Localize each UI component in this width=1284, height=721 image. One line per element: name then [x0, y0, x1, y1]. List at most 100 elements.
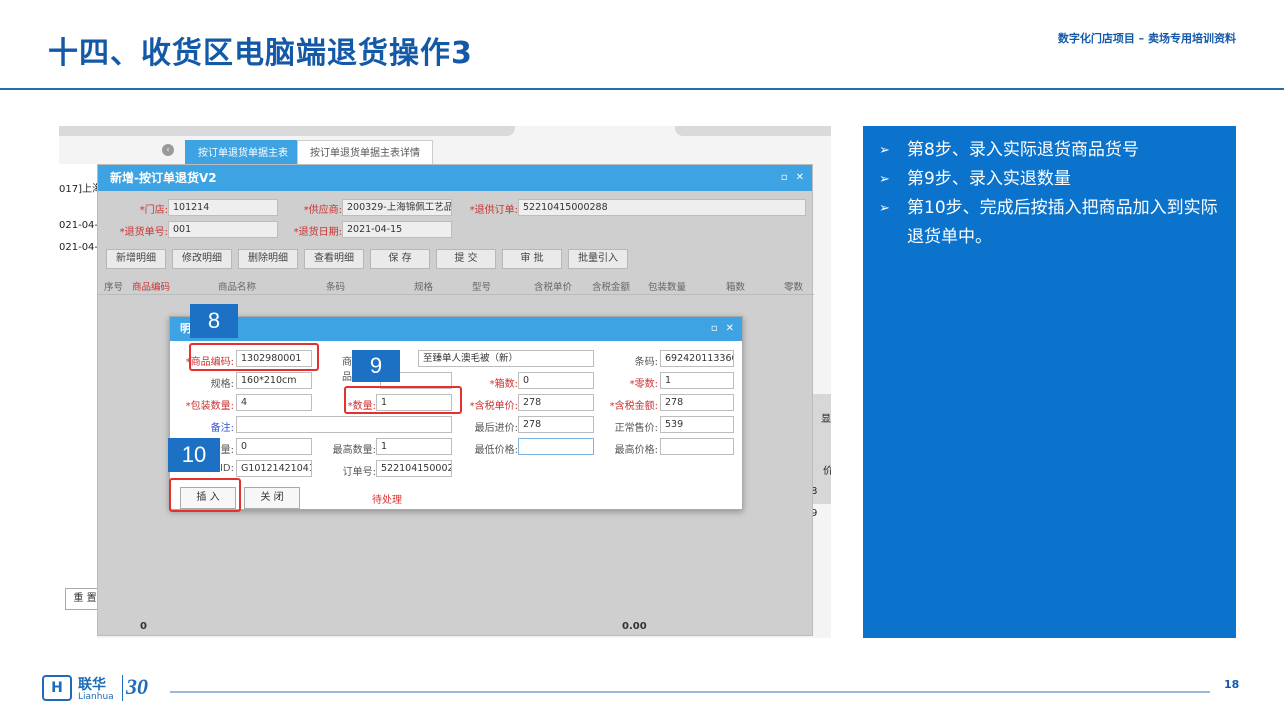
column-header: 规格	[414, 282, 434, 293]
spec-field[interactable]: 160*210cm	[236, 372, 312, 389]
product-name-field[interactable]: 至臻单人澳毛被（新）	[418, 350, 594, 367]
lianhua-logo-icon: H	[42, 675, 72, 701]
units-label: *零数:	[629, 379, 658, 390]
highlight-box	[189, 343, 319, 371]
barcode-label: 条码:	[634, 357, 658, 368]
return-no-field[interactable]: 001	[168, 221, 278, 238]
table-header: 序号 商品编码 商品名称 条码 规格 型号 含税单价 含税金额 包装数量 箱数 …	[98, 277, 814, 295]
max-price-label: 最高价格:	[614, 445, 658, 456]
maximize-icon[interactable]: ▫	[711, 323, 718, 334]
logo-divider	[122, 675, 123, 701]
step-marker: 9	[352, 350, 400, 382]
pack-qty-label: *包装数量:	[185, 401, 234, 412]
remark-label: 备注:	[210, 423, 234, 434]
tax-amount-label: *含税金额:	[609, 401, 658, 412]
max-qty-field[interactable]: 1	[376, 438, 452, 455]
view-detail-button[interactable]: 查看明细	[304, 249, 364, 269]
order-no-field[interactable]: 52210415000288	[376, 460, 452, 477]
dialog-titlebar: 新增-按订单退货V2 ▫ ✕	[98, 165, 812, 191]
tab-return-main[interactable]: 按订单退货单据主表	[185, 140, 301, 166]
min-price-field[interactable]	[518, 438, 594, 455]
logo-text-cn: 联华	[78, 677, 106, 693]
highlight-box	[169, 478, 241, 512]
supplier-select[interactable]: 200329-上海锦佩工艺品	[342, 199, 452, 216]
total-count: 0	[140, 621, 147, 632]
barcode-field[interactable]: 6924201133609	[660, 350, 734, 367]
dialog-title: 新增-按订单退货V2	[110, 171, 217, 185]
close-button[interactable]: 关 闭	[244, 487, 300, 509]
step-item: ➢ 第10步、完成后按插入把商品加入到实际退货单中。	[879, 194, 1220, 252]
normal-price-field[interactable]: 539	[660, 416, 734, 433]
min-price-label: 最低价格:	[474, 445, 518, 456]
tab-return-detail[interactable]: 按订单退货单据主表详情	[297, 140, 433, 166]
tab-nav-icon[interactable]: ‹	[162, 144, 174, 156]
step-marker: 8	[190, 304, 238, 338]
status-text: 待处理	[372, 495, 402, 506]
step-item: ➢ 第8步、录入实际退货商品货号	[879, 136, 1220, 165]
spec-label: 规格:	[210, 379, 234, 390]
step-text: 第10步、完成后按插入把商品加入到实际退货单中。	[907, 198, 1218, 247]
column-header: 箱数	[726, 282, 746, 293]
last-price-field[interactable]: 278	[518, 416, 594, 433]
id-field[interactable]: G1012142104150	[236, 460, 312, 477]
top-scrollbar-right	[675, 126, 831, 136]
detail-dialog-titlebar: 明 ▫ ✕	[170, 317, 742, 341]
min-qty-field[interactable]: 0	[236, 438, 312, 455]
store-select[interactable]: 101214	[168, 199, 278, 216]
app-screenshot: 017]上海 021-04-15 021-04-15 ‹ 按订单退货单据主表 按…	[59, 126, 831, 638]
save-button[interactable]: 保 存	[370, 249, 430, 269]
return-date-label: *退货日期:	[293, 227, 342, 238]
close-icon[interactable]: ✕	[796, 172, 804, 183]
step-item: ➢ 第9步、录入实退数量	[879, 165, 1220, 194]
top-scrollbar-left	[59, 126, 515, 136]
delete-detail-button[interactable]: 删除明细	[238, 249, 298, 269]
anniversary-logo: 30	[126, 674, 148, 699]
boxes-label: *箱数:	[489, 379, 518, 390]
store-label: *门店:	[139, 205, 168, 216]
tax-price-field[interactable]: 278	[518, 394, 594, 411]
max-price-field[interactable]	[660, 438, 734, 455]
detail-window-controls: ▫ ✕	[703, 317, 734, 341]
maximize-icon[interactable]: ▫	[781, 172, 788, 183]
boxes-field[interactable]: 0	[518, 372, 594, 389]
approve-button[interactable]: 审 批	[502, 249, 562, 269]
column-header: 条码	[326, 282, 346, 293]
supplier-label: *供应商:	[303, 205, 342, 216]
close-icon[interactable]: ✕	[726, 323, 734, 334]
slide-subtitle: 数字化门店项目 – 卖场专用培训资料	[1057, 32, 1236, 45]
max-qty-label: 最高数量:	[332, 445, 376, 456]
batch-import-button[interactable]: 批量引入	[568, 249, 628, 269]
order-select[interactable]: 52210415000288	[518, 199, 806, 216]
logo-text-en: Lianhua	[78, 692, 114, 702]
column-header: 商品名称	[218, 282, 257, 293]
column-header: 型号	[472, 282, 492, 293]
product-name-label: 商品	[342, 357, 352, 383]
arrow-bullet-icon: ➢	[879, 172, 890, 187]
column-header: 商品编码	[132, 282, 171, 293]
return-date-field[interactable]: 2021-04-15	[342, 221, 452, 238]
step-text: 第8步、录入实际退货商品货号	[907, 140, 1139, 160]
background-text: 显	[821, 414, 831, 425]
units-field[interactable]: 1	[660, 372, 734, 389]
background-left-panel	[59, 164, 97, 638]
submit-button[interactable]: 提 交	[436, 249, 496, 269]
slide-title: 十四、收货区电脑端退货操作3	[48, 36, 473, 71]
highlight-box	[344, 386, 462, 414]
remark-field[interactable]	[236, 416, 452, 433]
column-header: 零数	[784, 282, 804, 293]
add-detail-button[interactable]: 新增明细	[106, 249, 166, 269]
pack-qty-field[interactable]: 4	[236, 394, 312, 411]
column-header: 含税金额	[592, 282, 631, 293]
last-price-label: 最后进价:	[474, 423, 518, 434]
arrow-bullet-icon: ➢	[879, 201, 890, 216]
step-marker: 10	[168, 438, 220, 472]
arrow-bullet-icon: ➢	[879, 143, 890, 158]
tax-amount-field[interactable]: 278	[660, 394, 734, 411]
step-text: 第9步、录入实退数量	[907, 169, 1071, 189]
column-header: 序号	[104, 282, 124, 293]
background-text: 价	[823, 466, 831, 477]
edit-detail-button[interactable]: 修改明细	[172, 249, 232, 269]
order-no-label: 订单号:	[342, 467, 376, 478]
steps-panel: ➢ 第8步、录入实际退货商品货号 ➢ 第9步、录入实退数量 ➢ 第10步、完成后…	[863, 126, 1236, 638]
footer-divider	[170, 691, 1210, 693]
